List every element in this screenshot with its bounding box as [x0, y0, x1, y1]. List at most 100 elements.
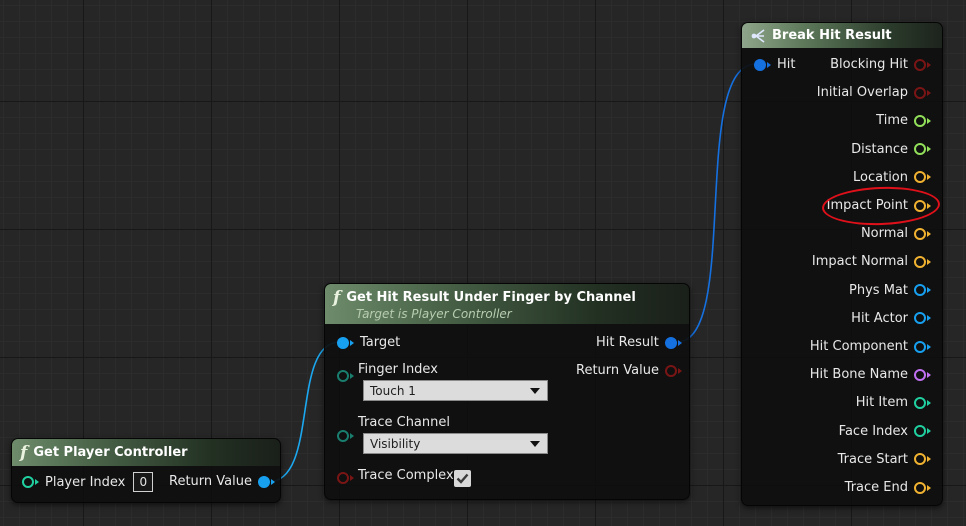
output-pin-blocking-hit[interactable]: Blocking Hit [830, 57, 931, 72]
output-pin-time[interactable]: Time [876, 113, 931, 128]
pin-finger-index[interactable] [337, 370, 354, 382]
output-pin-trace-end[interactable]: Trace End [845, 480, 931, 495]
output-pin-impact-normal[interactable]: Impact Normal [812, 254, 931, 269]
node-get-hit-result[interactable]: f Get Hit Result Under Finger by Channel… [324, 283, 690, 500]
pin-arrow-icon [927, 258, 931, 265]
pin-trace-complex[interactable] [337, 472, 354, 484]
output-pin-hit-item[interactable]: Hit Item [856, 395, 931, 410]
checkmark-icon [456, 473, 469, 484]
output-pin-hit-bone-name[interactable]: Hit Bone Name [810, 367, 931, 382]
object-pin-icon[interactable] [257, 475, 270, 488]
struct-pin-icon[interactable] [664, 336, 677, 349]
pin-arrow-icon [927, 399, 931, 406]
dropdown-value: Touch 1 [370, 383, 416, 398]
name-pin-icon[interactable] [914, 368, 926, 381]
pin-arrow-icon [677, 339, 682, 346]
output-pin-hit-actor[interactable]: Hit Actor [851, 311, 931, 326]
object-pin-icon[interactable] [914, 284, 926, 297]
pin-arrow-icon [767, 61, 771, 68]
pin-target[interactable]: Target [337, 335, 400, 350]
node-header[interactable]: Break Hit Result [742, 23, 942, 48]
pin-arrow-icon [927, 174, 931, 181]
int-pin-icon[interactable] [914, 396, 926, 409]
output-pin-initial-overlap[interactable]: Initial Overlap [817, 85, 931, 100]
chevron-down-icon [530, 441, 540, 447]
pin-label: Target [360, 335, 401, 350]
vector-pin-icon[interactable] [914, 227, 926, 240]
pin-arrow-icon [35, 479, 39, 485]
pin-arrow-icon [350, 433, 354, 439]
pin-arrow-icon [677, 367, 682, 374]
pin-arrow-icon [927, 287, 931, 294]
finger-index-dropdown[interactable]: Touch 1 [363, 380, 548, 401]
node-title: Get Player Controller [33, 445, 188, 460]
pin-label: Hit Item [855, 395, 908, 411]
trace-complex-checkbox[interactable] [454, 470, 471, 487]
object-pin-icon[interactable] [914, 340, 926, 353]
int-pin-icon[interactable] [22, 476, 34, 488]
pin-arrow-icon [927, 61, 931, 68]
pin-trace-channel[interactable] [337, 430, 354, 442]
function-icon: f [20, 442, 28, 463]
bool-pin-icon[interactable] [337, 472, 349, 484]
pin-label: Phys Mat [849, 282, 908, 298]
output-pin-normal[interactable]: Normal [861, 226, 931, 241]
vector-pin-icon[interactable] [914, 171, 926, 184]
pin-label: Impact Normal [811, 254, 908, 270]
pin-arrow-icon [350, 339, 354, 346]
vector-pin-icon[interactable] [914, 481, 926, 494]
bool-pin-icon[interactable] [914, 58, 926, 71]
pin-label: Hit [777, 57, 796, 72]
pin-return-value[interactable]: Return Value [169, 474, 275, 489]
pin-label: Normal [860, 226, 908, 242]
node-break-hit-result[interactable]: Break Hit Result Hit Blocking Hit Initial… [741, 22, 943, 506]
pin-label: Player Index [45, 474, 126, 490]
vector-pin-icon[interactable] [914, 453, 926, 466]
float-pin-icon[interactable] [914, 143, 926, 156]
struct-pin-icon[interactable] [754, 58, 766, 71]
int-pin-icon[interactable] [914, 425, 926, 438]
chevron-down-icon [530, 388, 540, 394]
bool-pin-icon[interactable] [914, 86, 926, 99]
output-pin-face-index[interactable]: Face Index [839, 424, 931, 439]
bool-pin-icon[interactable] [664, 364, 677, 377]
pin-label: Trace End [844, 480, 908, 495]
float-pin-icon[interactable] [914, 114, 926, 127]
enum-pin-icon[interactable] [337, 430, 349, 442]
enum-pin-icon[interactable] [337, 370, 349, 382]
object-pin-icon[interactable] [337, 336, 349, 349]
pin-arrow-icon [927, 428, 931, 435]
node-get-player-controller[interactable]: f Get Player Controller Player Index 0 R… [11, 438, 281, 503]
pin-player-index[interactable]: Player Index 0 [22, 472, 154, 492]
pin-label: Hit Actor [851, 310, 908, 326]
function-icon: f [333, 288, 341, 308]
pin-label: Trace Start [837, 451, 908, 467]
output-pin-phys-mat[interactable]: Phys Mat [849, 283, 931, 298]
pin-hit[interactable]: Hit [754, 57, 795, 72]
trace-channel-dropdown[interactable]: Visibility [363, 433, 548, 454]
pin-label: Blocking Hit [830, 57, 908, 72]
pin-arrow-icon [350, 373, 354, 379]
pin-label: Face Index [838, 423, 908, 439]
pin-label: Hit Component [809, 339, 908, 354]
player-index-input[interactable]: 0 [133, 472, 154, 492]
pin-return-value[interactable]: Return Value [576, 363, 682, 378]
trace-complex-label: Trace Complex [358, 468, 454, 483]
pin-arrow-icon [927, 343, 931, 350]
object-pin-icon[interactable] [914, 312, 926, 325]
pin-hit-result[interactable]: Hit Result [596, 335, 682, 350]
trace-channel-label: Trace Channel [358, 415, 450, 430]
node-header[interactable]: f Get Player Controller [12, 439, 280, 466]
node-subtitle: Target is Player Controller [356, 307, 512, 321]
pin-label: Hit Result [596, 335, 659, 350]
pin-arrow-icon [927, 146, 931, 153]
node-header[interactable]: f Get Hit Result Under Finger by Channel… [325, 284, 689, 324]
pin-label: Initial Overlap [816, 85, 908, 101]
node-title: Break Hit Result [772, 28, 892, 43]
output-pin-location[interactable]: Location [853, 170, 931, 185]
vector-pin-icon[interactable] [914, 255, 926, 268]
output-pin-distance[interactable]: Distance [851, 142, 931, 157]
pin-arrow-icon [350, 475, 354, 481]
output-pin-hit-component[interactable]: Hit Component [810, 339, 931, 354]
output-pin-trace-start[interactable]: Trace Start [838, 452, 931, 467]
